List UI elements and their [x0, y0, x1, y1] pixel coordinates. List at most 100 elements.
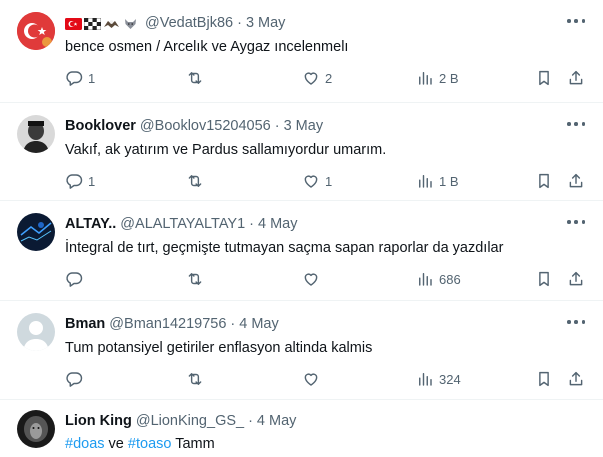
avatar-image [17, 213, 55, 251]
heart-icon [302, 270, 320, 288]
reply-icon [65, 172, 83, 190]
retweet-button[interactable] [186, 369, 204, 389]
bookmark-button[interactable] [535, 269, 553, 289]
like-button[interactable]: 1 [302, 171, 332, 191]
more-icon [567, 19, 571, 23]
display-name[interactable]: Lion King [65, 412, 132, 430]
views-icon [416, 172, 434, 190]
tweet-text: İntegral de tırt, geçmişte tutmayan saçm… [65, 240, 504, 256]
views-button[interactable]: 1 B [416, 171, 459, 191]
reply-button[interactable]: 1 [65, 68, 95, 88]
user-handle[interactable]: @ALALTAYALTAY1 [120, 215, 245, 233]
retweet-button[interactable] [186, 171, 204, 191]
tweet-actions: 1 2 2 B [0, 68, 603, 88]
bookmark-icon [535, 69, 553, 87]
more-options-button[interactable] [567, 16, 585, 26]
reply-icon [65, 69, 83, 87]
avatar-image [17, 115, 55, 153]
like-button[interactable] [302, 269, 320, 289]
hashtag-link[interactable]: #doas [65, 436, 105, 452]
reply-count: 1 [88, 173, 96, 189]
bookmark-button[interactable] [535, 171, 553, 191]
tweet-header: @VedatBjk86 · 3 May [65, 14, 285, 32]
like-button[interactable] [302, 369, 320, 389]
retweet-icon [186, 69, 204, 87]
tweet-item[interactable]: Bman @Bman14219756 · 4 May Tum potansiye… [0, 301, 603, 400]
user-handle[interactable]: @VedatBjk86 [145, 14, 233, 32]
retweet-icon [186, 370, 204, 388]
tweet-item[interactable]: Booklover @Booklov15204056 · 3 May Vakıf… [0, 103, 603, 201]
retweet-icon [186, 172, 204, 190]
tweet-date[interactable]: 4 May [258, 215, 298, 233]
display-name[interactable]: ALTAY.. [65, 215, 116, 233]
share-button[interactable] [567, 171, 585, 191]
display-name[interactable]: Bman [65, 315, 105, 333]
share-button[interactable] [567, 369, 585, 389]
user-handle[interactable]: @Booklov15204056 [140, 117, 271, 135]
reply-icon [65, 370, 83, 388]
tweet-actions: 1 1 1 B [0, 171, 603, 191]
tweet-header: Booklover @Booklov15204056 · 3 May [65, 117, 323, 135]
display-name-emojis[interactable] [65, 17, 139, 31]
like-button[interactable]: 2 [302, 68, 332, 88]
bookmark-icon [535, 172, 553, 190]
tweet-date[interactable]: 4 May [257, 412, 297, 430]
avatar-image [17, 410, 55, 448]
avatar[interactable] [17, 115, 55, 153]
heart-icon [302, 69, 320, 87]
reply-count: 1 [88, 70, 96, 86]
tweet-item[interactable]: Lion King @LionKing_GS_ · 4 May #doas ve… [0, 400, 603, 457]
default-avatar-icon [17, 313, 55, 351]
heart-icon [302, 370, 320, 388]
separator-dot: · [248, 413, 253, 429]
share-button[interactable] [567, 269, 585, 289]
heart-icon [302, 172, 320, 190]
share-icon [567, 172, 585, 190]
turkey-flag-emoji [65, 17, 82, 30]
tweet-date[interactable]: 3 May [284, 117, 324, 135]
hashtag-link[interactable]: #toaso [128, 436, 172, 452]
views-button[interactable]: 324 [416, 369, 461, 389]
user-handle[interactable]: @Bman14219756 [109, 315, 226, 333]
share-icon [567, 69, 585, 87]
reply-button[interactable]: 1 [65, 171, 95, 191]
avatar[interactable] [17, 213, 55, 251]
tweet-item[interactable]: @VedatBjk86 · 3 May bence osmen / Arcelı… [0, 0, 603, 103]
tweet-date[interactable]: 3 May [246, 14, 286, 32]
like-count: 1 [325, 173, 333, 189]
views-icon [416, 270, 434, 288]
tweet-text-part: ve [108, 436, 124, 452]
avatar[interactable] [17, 313, 55, 351]
bookmark-button[interactable] [535, 369, 553, 389]
view-count: 686 [439, 271, 461, 287]
tweet-text: Vakıf, ak yatırım ve Pardus sallamıyordu… [65, 142, 387, 158]
wolf-emoji [122, 17, 139, 29]
views-button[interactable]: 2 B [416, 68, 459, 88]
avatar[interactable] [17, 12, 55, 50]
share-icon [567, 370, 585, 388]
more-options-button[interactable] [567, 317, 585, 327]
more-icon [567, 320, 571, 324]
tweet-text: #doas ve #toaso Tamm [65, 435, 215, 454]
more-options-button[interactable] [567, 119, 585, 129]
tweet-text: bence osmen / Arcelık ve Aygaz ıncelenme… [65, 39, 349, 55]
display-name[interactable]: Booklover [65, 117, 136, 135]
retweet-button[interactable] [186, 68, 204, 88]
reply-button[interactable] [65, 269, 83, 289]
reply-button[interactable] [65, 369, 83, 389]
more-options-button[interactable] [567, 217, 585, 227]
retweet-button[interactable] [186, 269, 204, 289]
share-button[interactable] [567, 68, 585, 88]
more-icon [567, 220, 571, 224]
view-count: 1 B [439, 173, 459, 189]
views-icon [416, 370, 434, 388]
tweet-actions: 686 [0, 269, 603, 289]
user-handle[interactable]: @LionKing_GS_ [136, 412, 244, 430]
views-button[interactable]: 686 [416, 269, 461, 289]
like-count: 2 [325, 70, 333, 86]
bookmark-button[interactable] [535, 68, 553, 88]
retweet-icon [186, 270, 204, 288]
avatar[interactable] [17, 410, 55, 448]
tweet-date[interactable]: 4 May [239, 315, 279, 333]
tweet-item[interactable]: ALTAY.. @ALALTAYALTAY1 · 4 May İntegral … [0, 201, 603, 301]
